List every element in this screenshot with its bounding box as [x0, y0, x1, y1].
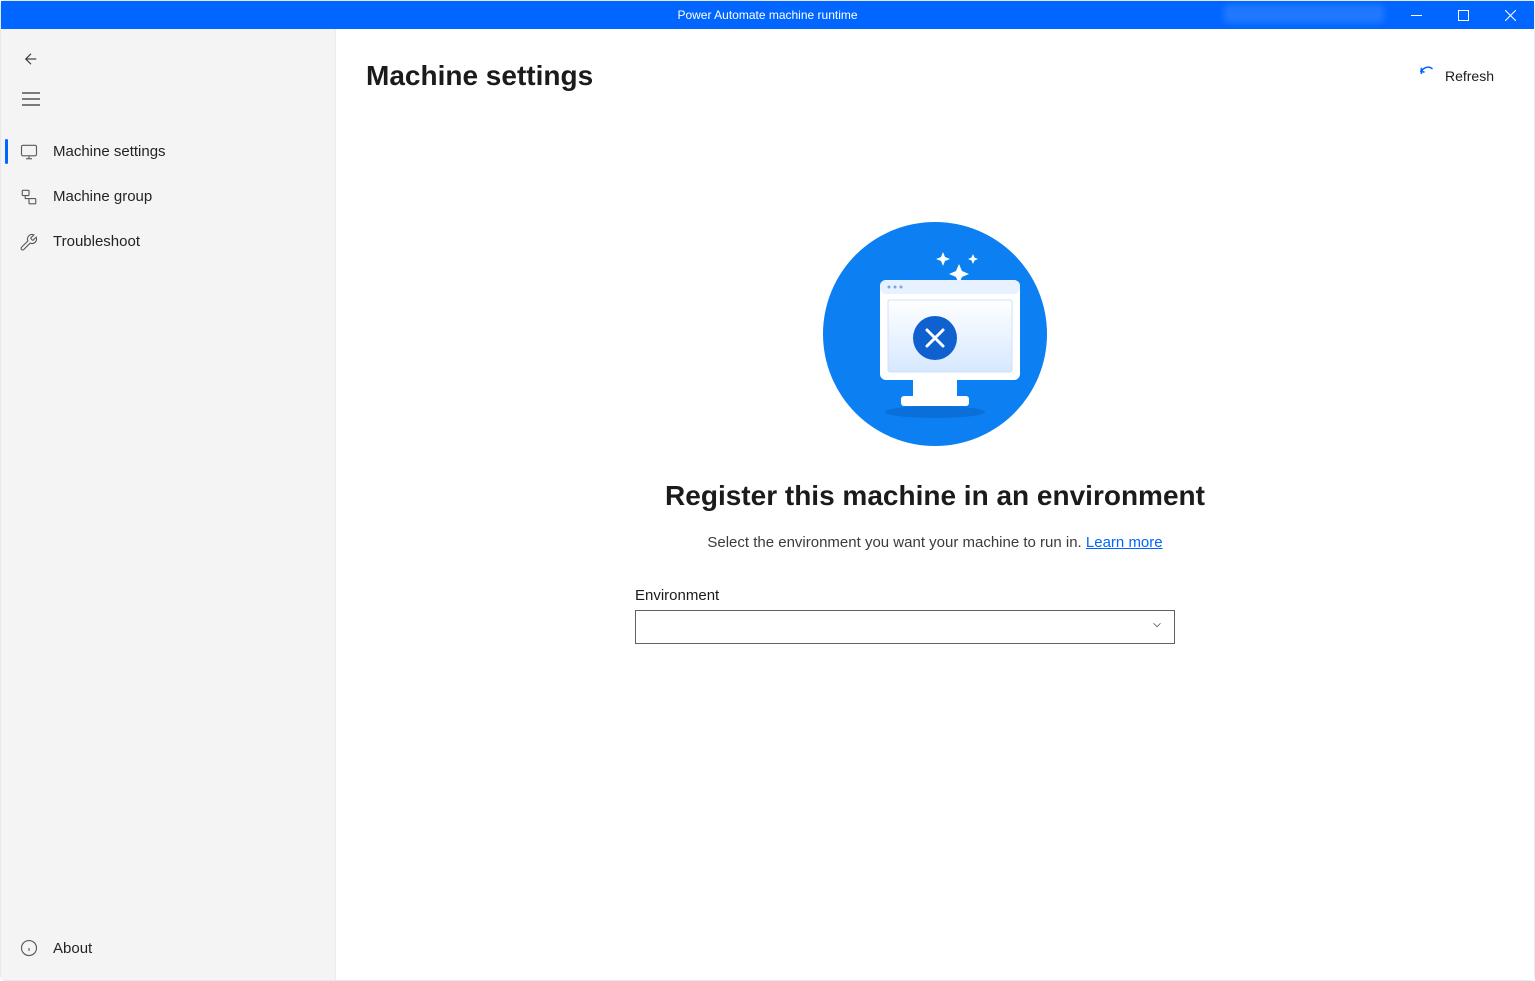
environment-label: Environment [635, 587, 1175, 604]
register-heading: Register this machine in an environment [665, 480, 1205, 512]
window-controls [1393, 1, 1534, 29]
main-layout: Machine settings Machine group Troublesh… [1, 29, 1534, 980]
title-bar: Power Automate machine runtime [1, 1, 1534, 29]
environment-dropdown[interactable] [635, 610, 1175, 644]
register-illustration [823, 222, 1047, 446]
learn-more-link[interactable]: Learn more [1086, 534, 1163, 551]
nav-list: Machine settings Machine group Troublesh… [1, 129, 335, 264]
content-area: Machine settings Refresh [336, 29, 1534, 980]
maximize-button[interactable] [1440, 1, 1487, 29]
user-account-blurred [1224, 5, 1384, 23]
sidebar-footer: About [1, 928, 335, 980]
about-label: About [53, 940, 92, 957]
info-icon [19, 938, 39, 958]
group-icon [19, 187, 39, 207]
back-button[interactable] [16, 39, 56, 79]
nav-label: Troubleshoot [53, 233, 140, 250]
nav-about[interactable]: About [1, 928, 335, 968]
register-section: Register this machine in an environment … [366, 222, 1504, 644]
window-title: Power Automate machine runtime [677, 8, 857, 22]
content-header: Machine settings Refresh [366, 59, 1504, 92]
monitor-icon [19, 142, 39, 162]
register-subtext: Select the environment you want your mac… [707, 534, 1162, 551]
wrench-icon [19, 232, 39, 252]
nav-machine-group[interactable]: Machine group [1, 174, 335, 219]
environment-form-group: Environment [635, 587, 1175, 644]
chevron-down-icon [1150, 618, 1164, 637]
sidebar: Machine settings Machine group Troublesh… [1, 29, 336, 980]
nav-label: Machine group [53, 188, 152, 205]
refresh-icon [1419, 65, 1437, 86]
close-button[interactable] [1487, 1, 1534, 29]
refresh-label: Refresh [1445, 68, 1494, 84]
hamburger-button[interactable] [16, 79, 56, 119]
page-title: Machine settings [366, 60, 593, 92]
refresh-button[interactable]: Refresh [1409, 59, 1504, 92]
nav-machine-settings[interactable]: Machine settings [1, 129, 335, 174]
register-subtext-text: Select the environment you want your mac… [707, 534, 1086, 551]
minimize-button[interactable] [1393, 1, 1440, 29]
nav-troubleshoot[interactable]: Troubleshoot [1, 219, 335, 264]
nav-label: Machine settings [53, 143, 166, 160]
